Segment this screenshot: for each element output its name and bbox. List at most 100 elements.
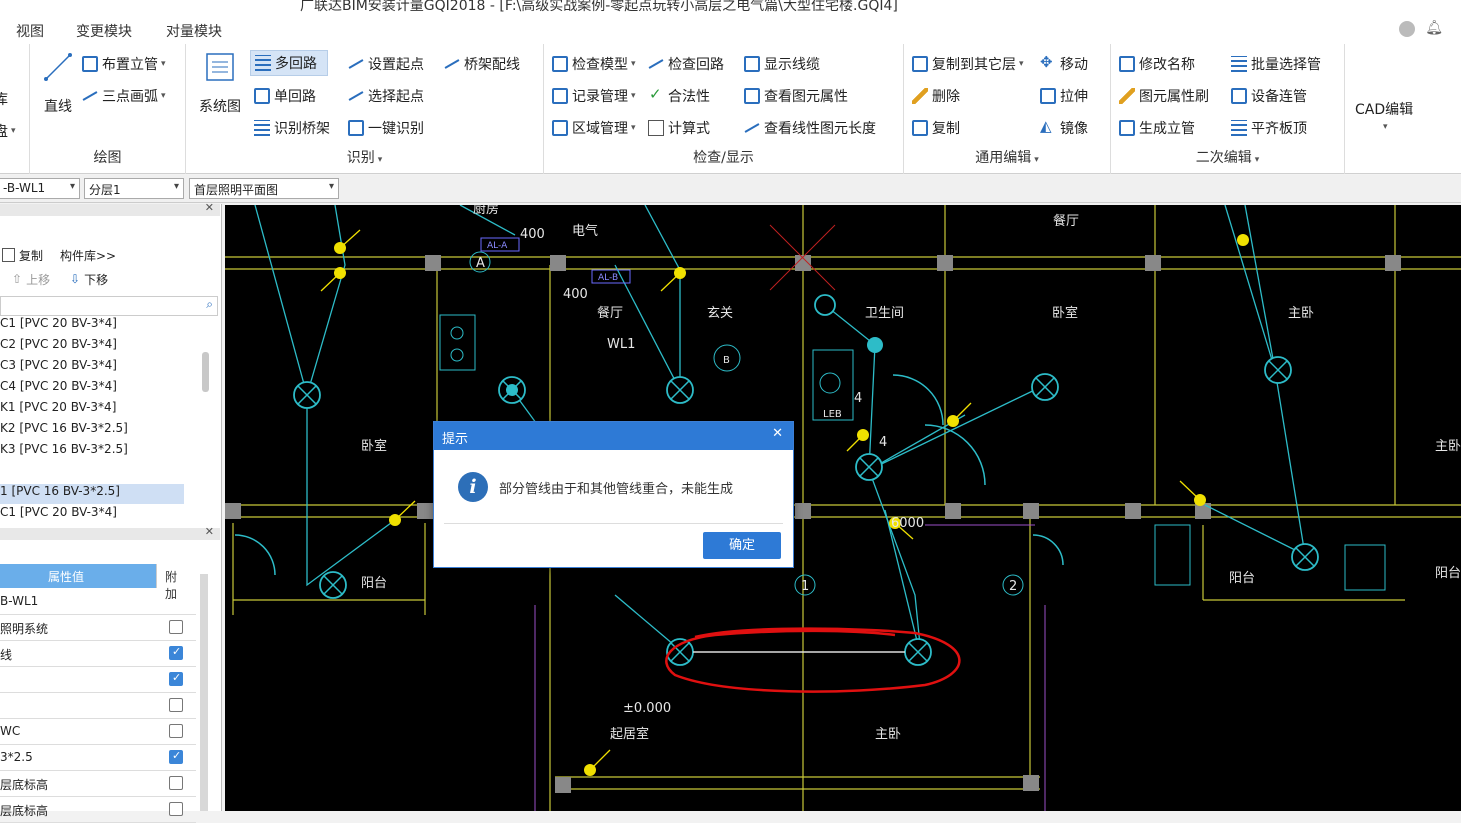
tray-wiring-button[interactable]: 桥架配线 xyxy=(444,51,520,77)
menu-check-module[interactable]: 对量模块 xyxy=(166,21,222,41)
close-icon[interactable]: ✕ xyxy=(772,426,783,441)
list-item[interactable]: C3 [PVC 20 BV-3*4] xyxy=(0,358,200,378)
table-row[interactable]: 线 xyxy=(0,641,196,667)
list-item[interactable] xyxy=(0,463,200,483)
record-mgmt-button[interactable]: 记录管理 ▾ xyxy=(552,83,636,109)
secondary-group-label[interactable]: 二次编辑 ▾ xyxy=(1111,147,1344,167)
loop-combo[interactable]: -B-WL1 xyxy=(0,178,80,199)
dim-6000: 6000 xyxy=(891,516,924,531)
prop-value[interactable]: 层底标高 xyxy=(0,776,48,793)
single-loop-button[interactable]: 单回路 xyxy=(254,83,316,109)
check-group-label: 检查/显示 xyxy=(693,150,754,166)
system-diagram-button[interactable]: 系统图 xyxy=(194,52,246,116)
rename-button[interactable]: 修改名称 xyxy=(1119,51,1195,77)
list-scrollbar[interactable] xyxy=(202,352,209,392)
multi-loop-button[interactable]: 多回路 xyxy=(250,50,328,76)
select-start-button[interactable]: 选择起点 xyxy=(348,83,424,109)
mirror-button[interactable]: 镜像 xyxy=(1040,115,1088,141)
axis-a-label: A xyxy=(476,256,485,271)
identify-tray-button[interactable]: 识别桥架 xyxy=(254,115,330,141)
prop-value[interactable]: 线 xyxy=(0,646,12,663)
component-library-button[interactable]: 构件库>> xyxy=(60,242,116,268)
layer-combo[interactable]: 分层1 xyxy=(84,178,184,199)
attach-checkbox[interactable] xyxy=(169,671,183,686)
validity-button[interactable]: 合法性 xyxy=(648,83,710,109)
identify-group-label[interactable]: 识别 ▾ xyxy=(186,147,543,167)
gen-riser-label: 生成立管 xyxy=(1139,121,1195,137)
gen-riser-button[interactable]: 生成立管 xyxy=(1119,115,1195,141)
bell-icon[interactable]: 🔔︎ xyxy=(1425,20,1443,36)
table-row[interactable]: WC xyxy=(0,719,196,745)
close-icon[interactable]: ✕ xyxy=(205,525,214,538)
area-mgmt-button[interactable]: 区域管理 ▾ xyxy=(552,115,636,141)
view-length-button[interactable]: 查看线性图元长度 xyxy=(744,115,876,141)
drawing-combo[interactable]: 首层照明平面图 xyxy=(189,178,339,199)
multi-loop-label: 多回路 xyxy=(275,56,317,72)
list-item[interactable]: K2 [PVC 16 BV-3*2.5] xyxy=(0,421,200,441)
copy-component-button[interactable]: 复制 xyxy=(2,242,43,268)
list-item[interactable]: C1 [PVC 20 BV-3*4] xyxy=(0,316,200,336)
property-scrollbar[interactable] xyxy=(200,574,208,811)
attach-checkbox[interactable] xyxy=(169,698,183,712)
list-item[interactable]: C4 [PVC 20 BV-3*4] xyxy=(0,379,200,399)
table-row[interactable]: 照明系统 xyxy=(0,615,196,641)
line-button[interactable]: 直线 xyxy=(38,52,78,116)
stretch-button[interactable]: 拉伸 xyxy=(1040,83,1088,109)
prop-value[interactable]: 3*2.5 xyxy=(0,750,33,764)
list-item[interactable]: 1 [PVC 16 BV-3*2.5] xyxy=(0,484,184,504)
check-model-button[interactable]: 检查模型 ▾ xyxy=(552,51,636,77)
list-item[interactable]: K3 [PVC 16 BV-3*2.5] xyxy=(0,442,200,462)
check-loop-button[interactable]: 检查回路 xyxy=(648,51,724,77)
one-click-identify-button[interactable]: 一键识别 xyxy=(348,115,424,141)
device-connect-button[interactable]: 设备连管 xyxy=(1231,83,1307,109)
component-search-input[interactable]: ⌕ xyxy=(0,296,218,316)
formula-button[interactable]: 计算式 xyxy=(648,115,710,141)
prop-value[interactable]: 照明系统 xyxy=(0,620,48,637)
attach-checkbox[interactable] xyxy=(169,620,183,634)
search-icon[interactable]: ⌕ xyxy=(206,297,213,312)
menu-view[interactable]: 视图 xyxy=(16,21,44,41)
view-props-button[interactable]: 查看图元属性 xyxy=(744,83,848,109)
place-riser-button[interactable]: 布置立管 ▾ xyxy=(82,51,166,77)
library-button[interactable]: 库 xyxy=(0,86,8,112)
prop-value[interactable]: B-WL1 xyxy=(0,594,38,608)
ok-button[interactable]: 确定 xyxy=(703,532,781,559)
set-start-button[interactable]: 设置起点 xyxy=(348,51,424,77)
attach-checkbox[interactable] xyxy=(169,724,183,738)
list-item[interactable]: C1 [PVC 20 BV-3*4] xyxy=(0,505,200,525)
attach-checkbox[interactable] xyxy=(169,749,183,764)
delete-button[interactable]: 删除 xyxy=(912,83,960,109)
attach-checkbox[interactable] xyxy=(169,645,183,660)
close-icon[interactable]: ✕ xyxy=(205,201,214,214)
list-item[interactable]: K1 [PVC 20 BV-3*4] xyxy=(0,400,200,420)
move-button[interactable]: 移动 xyxy=(1040,51,1088,77)
show-line-button[interactable]: 显示线缆 xyxy=(744,51,820,77)
table-row[interactable]: 层底标高 xyxy=(0,797,196,823)
batch-select-button[interactable]: 批量选择管 xyxy=(1231,51,1321,77)
secondary-label-text: 二次编辑 xyxy=(1195,150,1252,166)
flush-top-button[interactable]: 平齐板顶 xyxy=(1231,115,1307,141)
attr-brush-button[interactable]: 图元属性刷 xyxy=(1119,83,1209,109)
cad-canvas[interactable]: 厨房 电气 餐厅 玄关 卫生间 卧室 餐厅 主卧 卧室 主卧 阳台 阳台 阳台 … xyxy=(225,205,1461,811)
table-row[interactable] xyxy=(0,693,196,719)
edit-group-label[interactable]: 通用编辑 ▾ xyxy=(904,147,1110,167)
one-click-icon xyxy=(348,120,364,136)
three-point-arc-button[interactable]: 三点画弧 ▾ xyxy=(82,83,166,109)
menu-change-module[interactable]: 变更模块 xyxy=(76,21,132,41)
copy-button[interactable]: 复制 xyxy=(912,115,960,141)
panel-button[interactable]: 盘 ▾ xyxy=(0,118,16,144)
table-row[interactable] xyxy=(0,667,196,693)
table-row[interactable]: 3*2.5 xyxy=(0,745,196,771)
user-avatar-icon[interactable] xyxy=(1399,21,1415,37)
attach-checkbox[interactable] xyxy=(169,802,183,816)
table-row[interactable]: B-WL1 xyxy=(0,589,196,615)
list-item[interactable]: C2 [PVC 20 BV-3*4] xyxy=(0,337,200,357)
prop-value[interactable]: WC xyxy=(0,724,20,738)
edit-label-text: 通用编辑 xyxy=(975,150,1032,166)
copy-to-floor-button[interactable]: 复制到其它层 ▾ xyxy=(912,51,1024,77)
attach-checkbox[interactable] xyxy=(169,776,183,790)
cad-edit-button[interactable]: CAD编辑 xyxy=(1355,96,1413,122)
table-row[interactable]: 层底标高 xyxy=(0,771,196,797)
move-up-button[interactable]: ⇧ 上移 xyxy=(12,266,50,292)
move-down-button[interactable]: ⇩ 下移 xyxy=(70,266,108,292)
